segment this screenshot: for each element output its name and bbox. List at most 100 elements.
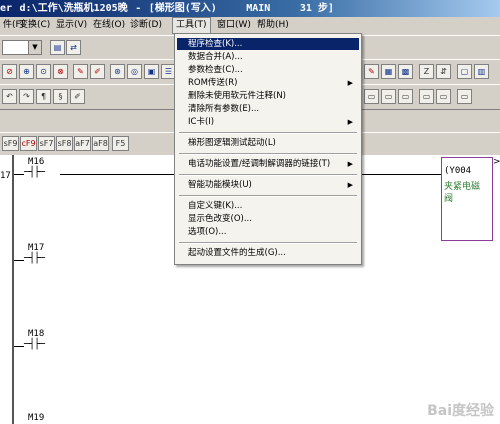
device-search-icon[interactable]: ⊛	[110, 64, 125, 79]
menu-separator	[179, 195, 357, 197]
symbol-icon-5[interactable]: ▭	[436, 89, 451, 104]
key-f5[interactable]: F5	[112, 136, 129, 151]
step-count: 31 步]	[299, 3, 334, 14]
menu-item-rom-transfer[interactable]: ROM传送(R) ▶	[177, 77, 359, 89]
menu-item-parameter-check[interactable]: 参数检查(C)...	[177, 64, 359, 76]
menu-diagnose[interactable]: 诊断(D)	[127, 18, 165, 33]
title-separator: -	[135, 3, 142, 14]
menu-item-ic-card-label: IC卡(I)	[188, 117, 215, 127]
menu-online[interactable]: 在线(O)	[90, 18, 128, 33]
statement-icon[interactable]: §	[53, 89, 68, 104]
menu-tools[interactable]: 工具(T)	[172, 17, 211, 34]
edit-icon[interactable]: ✐	[90, 64, 105, 79]
contact-label-m17: M17	[28, 243, 45, 253]
submenu-arrow-icon: ▶	[347, 79, 353, 87]
open-file-icon[interactable]: ▤	[50, 40, 65, 55]
network-icon[interactable]: ⇄	[66, 40, 81, 55]
menu-separator	[179, 132, 357, 134]
menu-item-clear-all-parameters[interactable]: 清除所有参数(E)...	[177, 103, 359, 115]
menu-item-customize-keys[interactable]: 自定义键(K)...	[177, 200, 359, 212]
tool-icon-1[interactable]: ⊘	[2, 64, 17, 79]
rung-line	[60, 174, 174, 175]
key-sf9-label: sF9	[3, 139, 18, 148]
contact-m17[interactable]: ─┤├─	[24, 253, 45, 264]
read-icon[interactable]: ✎	[364, 64, 379, 79]
left-power-rail	[12, 155, 14, 424]
program-select[interactable]: ▼	[2, 40, 42, 55]
menu-item-program-check[interactable]: 程序检查(K)...	[177, 38, 359, 50]
key-sf7[interactable]: sF7	[38, 136, 55, 151]
coil-device-label: Y004	[449, 166, 472, 176]
menu-item-options[interactable]: 选项(O)...	[177, 226, 359, 238]
menu-item-intelligent-module[interactable]: 智能功能模块(U) ▶	[177, 179, 359, 191]
zoom-icon[interactable]: ⊕	[19, 64, 34, 79]
menu-item-telephone-modem[interactable]: 电话功能设置/经调制解调器的链接(T) ▶	[177, 158, 359, 170]
menu-item-intelligent-module-label: 智能功能模块(U)	[188, 180, 252, 190]
program-name: MAIN	[246, 3, 271, 14]
watermark: Bai度经验	[427, 403, 494, 419]
rung-line	[362, 174, 441, 175]
contact-label-m19: M19	[28, 413, 45, 423]
search-icon[interactable]: ⊙	[36, 64, 51, 79]
key-af7-label: aF7	[75, 139, 90, 148]
symbol-icon-1[interactable]: ▭	[364, 89, 379, 104]
menu-bar: 件(F) 变换(C) 显示(V) 在线(O) 诊断(D) 工具(T) 窗口(W)…	[0, 17, 500, 34]
rung-line	[14, 346, 24, 347]
chevron-down-icon[interactable]: ▼	[28, 41, 41, 54]
menu-view[interactable]: 显示(V)	[53, 18, 90, 33]
menu-separator	[179, 174, 357, 176]
contact-m16[interactable]: ─┤├─	[24, 167, 45, 178]
pen-icon[interactable]: ✎	[73, 64, 88, 79]
find-icon[interactable]: ⊗	[53, 64, 68, 79]
key-cf9[interactable]: cF9	[20, 136, 37, 151]
panel-icon[interactable]: ▢	[457, 64, 472, 79]
copy-icon[interactable]: ▥	[474, 64, 489, 79]
undo-icon[interactable]: ↶	[2, 89, 17, 104]
menu-item-delete-unused-comments[interactable]: 删除未使用软元件注释(N)	[177, 90, 359, 102]
key-af7[interactable]: aF7	[74, 136, 91, 151]
coil-device: (Y004	[444, 166, 472, 176]
symbol-icon-4[interactable]: ▭	[419, 89, 434, 104]
window-icon[interactable]: ▣	[144, 64, 159, 79]
transfer-icon[interactable]: ⇵	[436, 64, 451, 79]
symbol-icon-2[interactable]: ▭	[381, 89, 396, 104]
monitor-icon[interactable]: ◎	[127, 64, 142, 79]
submenu-arrow-icon: ▶	[347, 160, 353, 168]
menu-help[interactable]: 帮助(H)	[254, 18, 292, 33]
coil-comment-line2: 阀	[444, 194, 454, 204]
output-coil[interactable]: (Y004 夹紧电磁 阀	[441, 157, 493, 241]
key-af8[interactable]: aF8	[92, 136, 109, 151]
redo-icon[interactable]: ↷	[19, 89, 34, 104]
menu-item-telephone-modem-label: 电话功能设置/经调制解调器的链接(T)	[188, 159, 331, 169]
window-title-bar[interactable]: er d:\工作\洗瓶机1205晚 - [梯形图(写入) MAIN 31 步]	[0, 0, 500, 17]
submenu-arrow-icon: ▶	[347, 118, 353, 126]
comment-icon[interactable]: ¶	[36, 89, 51, 104]
menu-convert[interactable]: 变换(C)	[16, 18, 53, 33]
menu-item-merge-data[interactable]: 数据合并(A)...	[177, 51, 359, 63]
submenu-arrow-icon: ▶	[347, 181, 353, 189]
rung-line	[14, 174, 24, 175]
key-sf9[interactable]: sF9	[2, 136, 19, 151]
key-sf8[interactable]: sF8	[56, 136, 73, 151]
write-icon[interactable]: Z	[419, 64, 434, 79]
symbol-icon-3[interactable]: ▭	[398, 89, 413, 104]
table-icon[interactable]: ▩	[398, 64, 413, 79]
menu-separator	[179, 242, 357, 244]
contact-label-m18: M18	[28, 329, 45, 339]
contact-label-m16: M16	[28, 157, 45, 167]
menu-item-change-colors[interactable]: 显示色改变(O)...	[177, 213, 359, 225]
menu-item-create-startup-file[interactable]: 起动设置文件的生成(G)...	[177, 247, 359, 259]
menu-item-rom-transfer-label: ROM传送(R)	[188, 78, 238, 88]
note-icon[interactable]: ✐	[70, 89, 85, 104]
key-af8-label: aF8	[93, 139, 108, 148]
symbol-icon-6[interactable]: ▭	[457, 89, 472, 104]
grid-icon[interactable]: ▦	[381, 64, 396, 79]
menu-item-ladder-logic-test[interactable]: 梯形图逻辑测试起动(L)	[177, 137, 359, 149]
key-sf7-label: sF7	[39, 139, 54, 148]
menu-item-ic-card[interactable]: IC卡(I) ▶	[177, 116, 359, 128]
step-number: 17	[0, 171, 11, 181]
contact-m18[interactable]: ─┤├─	[24, 339, 45, 350]
key-sf8-label: sF8	[57, 139, 72, 148]
menu-window[interactable]: 窗口(W)	[214, 18, 254, 33]
file-path: d:\工作\洗瓶机1205晚	[19, 3, 128, 14]
